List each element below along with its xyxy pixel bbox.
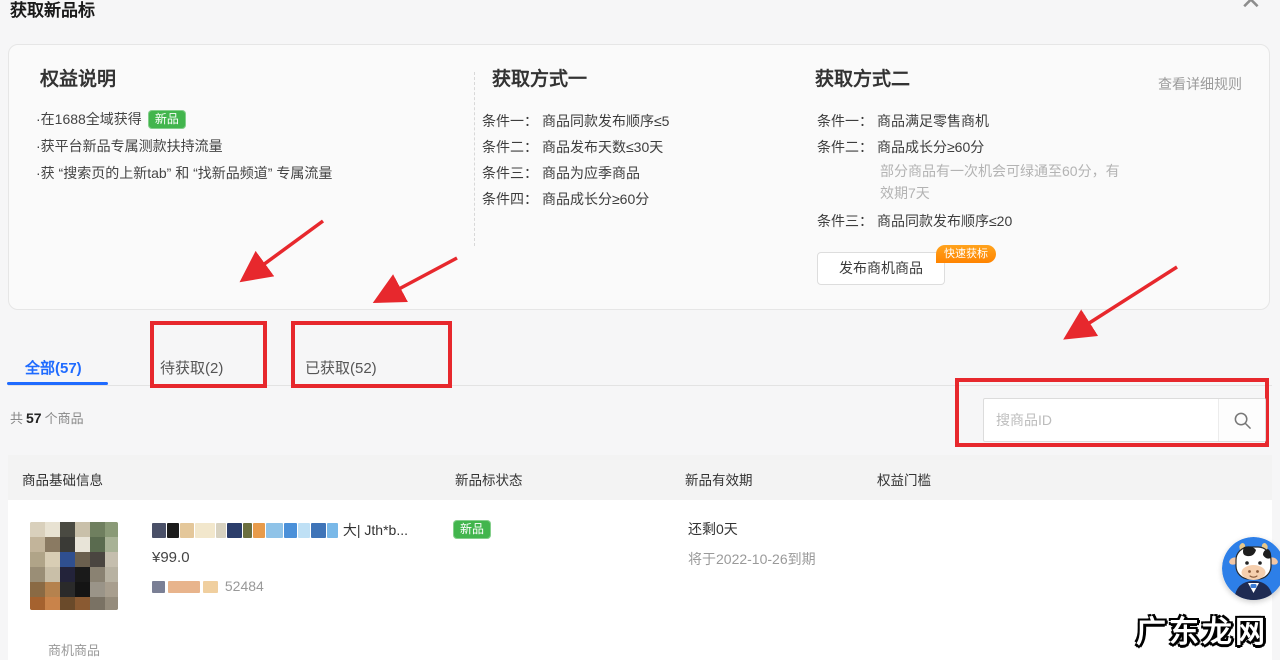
censored-mosaic (266, 523, 283, 538)
product-id: 52484 (152, 578, 264, 594)
condition-item: 条件二：商品成长分≥60分 (817, 134, 1132, 160)
view-detailed-rules-link[interactable]: 查看详细规则 (1158, 74, 1242, 94)
method1-conditions: 条件一：商品同款发布顺序≤5 条件二：商品发布天数≤30天 条件三：商品为应季商… (482, 108, 669, 212)
censored-mosaic (311, 523, 326, 538)
search-input[interactable] (984, 399, 1218, 441)
cow-mascot-avatar[interactable] (1222, 537, 1280, 600)
product-title[interactable]: 大| Jth*b... (152, 520, 408, 540)
annotation-box-pending-tab (150, 321, 267, 388)
censored-mosaic (253, 523, 265, 538)
status-badge: 新品 (453, 520, 491, 539)
censored-mosaic (180, 523, 194, 538)
condition-item: 条件四：商品成长分≥60分 (482, 186, 669, 212)
product-id-text: 52484 (225, 578, 264, 594)
censored-mosaic (227, 523, 242, 538)
search-button[interactable] (1218, 399, 1265, 441)
censored-mosaic (216, 523, 226, 538)
active-tab-underline (7, 382, 108, 385)
benefit-item: ·获 “搜索页的上新tab” 和 “找新品频道” 专属流量 (36, 160, 332, 187)
censored-mosaic (298, 523, 310, 538)
censored-mosaic (167, 523, 179, 538)
condition-item: 条件二：商品发布天数≤30天 (482, 134, 669, 160)
censored-mosaic (152, 581, 165, 593)
opportunity-product-label: 商机商品 (30, 640, 118, 659)
product-image-censored[interactable] (30, 522, 118, 610)
censored-mosaic (152, 523, 166, 538)
search-icon (1233, 411, 1252, 430)
censored-mosaic (203, 581, 218, 593)
table-header (8, 455, 1272, 500)
benefit-item: ·获平台新品专属测款扶持流量 (36, 133, 332, 160)
tab-all[interactable]: 全部(57) (25, 357, 82, 378)
condition-note: 部分商品有一次机会可绿通至60分，有效期7天 (880, 160, 1132, 204)
col-validity: 新品有效期 (685, 469, 753, 489)
publish-opportunity-product-button[interactable]: 发布商机商品 (817, 252, 945, 285)
benefits-heading: 权益说明 (40, 64, 116, 91)
col-product-info: 商品基础信息 (22, 469, 103, 489)
benefits-list: ·在1688全域获得新品 ·获平台新品专属测款扶持流量 ·获 “搜索页的上新ta… (36, 106, 332, 187)
method1-heading: 获取方式一 (492, 64, 587, 91)
condition-item: 条件三：商品为应季商品 (482, 160, 669, 186)
validity-expire-date: 将于2022-10-26到期 (688, 549, 816, 569)
product-count: 57 (26, 410, 42, 426)
product-count-summary: 共57个商品 (10, 408, 84, 427)
condition-item: 条件三：商品同款发布顺序≤20 (817, 208, 1132, 234)
new-product-badge-dialog: 获取新品标 ✕ 权益说明 ·在1688全域获得新品 ·获平台新品专属测款扶持流量… (0, 0, 1280, 660)
condition-item: 条件一：商品同款发布顺序≤5 (482, 108, 669, 134)
page-title: 获取新品标 (10, 0, 95, 21)
new-product-badge: 新品 (148, 110, 186, 129)
method2-conditions: 条件一：商品满足零售商机 条件二：商品成长分≥60分 部分商品有一次机会可绿通至… (817, 108, 1132, 234)
censored-mosaic (243, 523, 252, 538)
annotation-box-obtained-tab (291, 321, 452, 388)
cow-avatar-icon (1222, 537, 1280, 600)
quick-badge-tag: 快速获标 (936, 245, 996, 263)
censored-mosaic (284, 523, 297, 538)
method2-heading: 获取方式二 (815, 64, 910, 91)
dashed-divider (474, 72, 475, 246)
censored-mosaic (327, 523, 338, 538)
condition-item: 条件一：商品满足零售商机 (817, 108, 1132, 134)
close-icon[interactable]: ✕ (1240, 0, 1262, 13)
censored-mosaic (168, 581, 200, 593)
search-box (983, 398, 1266, 442)
col-badge-status: 新品标状态 (455, 469, 523, 489)
product-price: ¥99.0 (152, 549, 190, 566)
col-threshold: 权益门槛 (877, 469, 931, 489)
validity-remaining: 还剩0天 (688, 519, 738, 539)
product-title-text: 大| Jth*b... (343, 522, 408, 538)
censored-mosaic (195, 523, 215, 538)
benefit-item: ·在1688全域获得新品 (36, 106, 332, 133)
watermark-text: 广东龙网 (1136, 607, 1268, 651)
